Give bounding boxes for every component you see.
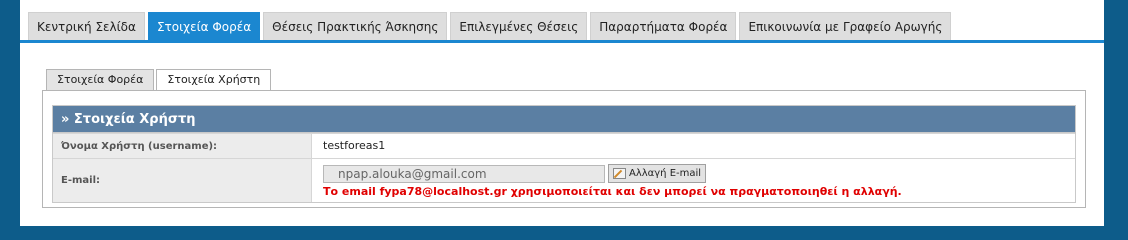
nav-tab-home[interactable]: Κεντρική Σελίδα xyxy=(28,12,145,40)
edit-icon xyxy=(613,168,626,179)
user-details-section: » Στοιχεία Χρήστη Όνομα Χρήστη (username… xyxy=(52,105,1076,203)
nav-tab-selected-positions[interactable]: Επιλεγμένες Θέσεις xyxy=(450,12,588,40)
username-label: Όνομα Χρήστη (username): xyxy=(53,134,312,158)
nav-underline xyxy=(20,40,1104,43)
section-title: » Στοιχεία Χρήστη xyxy=(53,106,1075,133)
nav-tab-contact-helpdesk[interactable]: Επικοινωνία με Γραφείο Αρωγής xyxy=(739,12,952,40)
change-email-label: Αλλαγή E-mail xyxy=(629,168,702,179)
subtab-organization-details[interactable]: Στοιχεία Φορέα xyxy=(46,69,155,90)
change-email-button[interactable]: Αλλαγή E-mail xyxy=(608,164,707,183)
username-row: Όνομα Χρήστη (username): testforeas1 xyxy=(53,133,1075,158)
email-row: E-mail: Αλλαγή E-mail Το email fypa78@lo… xyxy=(53,158,1075,202)
subtab-user-details[interactable]: Στοιχεία Χρήστη xyxy=(156,69,272,91)
top-navigation: Κεντρική Σελίδα Στοιχεία Φορέα Θέσεις Πρ… xyxy=(20,12,1104,40)
nav-tab-internship-positions[interactable]: Θέσεις Πρακτικής Άσκησης xyxy=(263,12,448,40)
email-label: E-mail: xyxy=(53,159,312,202)
error-message: Το email fypa78@localhost.gr χρησιμοποιε… xyxy=(323,185,902,198)
subtab-panel: » Στοιχεία Χρήστη Όνομα Χρήστη (username… xyxy=(42,90,1086,208)
email-value-cell: Αλλαγή E-mail Το email fypa78@localhost.… xyxy=(312,159,1075,202)
nav-tab-organization-branches[interactable]: Παραρτήματα Φορέα xyxy=(590,12,737,40)
email-controls: Αλλαγή E-mail xyxy=(323,164,1075,183)
page-container: Κεντρική Σελίδα Στοιχεία Φορέα Θέσεις Πρ… xyxy=(20,0,1104,226)
sub-tabs: Στοιχεία Φορέα Στοιχεία Χρήστη xyxy=(46,69,272,91)
nav-tab-organization-details[interactable]: Στοιχεία Φορέα xyxy=(147,12,261,40)
username-value: testforeas1 xyxy=(323,139,386,152)
email-field[interactable] xyxy=(323,164,605,183)
